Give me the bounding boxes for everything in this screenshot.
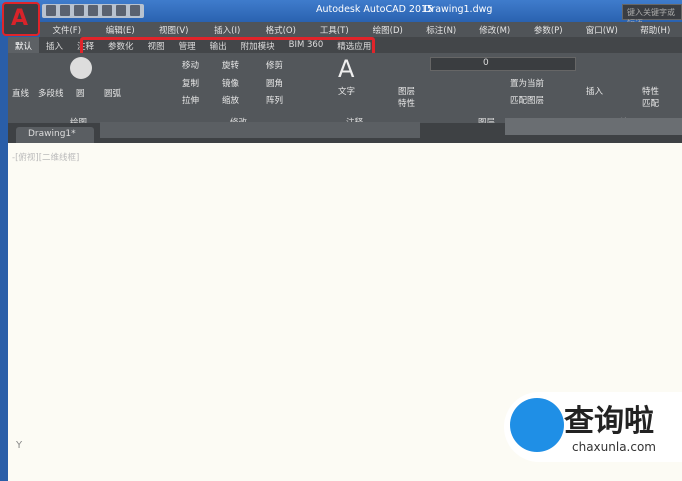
line-tool[interactable]: 直线 [12,87,29,99]
search-input[interactable]: 键入关键字或短语 [622,4,682,28]
polyline-tool[interactable]: 多段线 [38,87,64,99]
fillet-tool[interactable]: 圆角 [266,77,283,89]
menu-view[interactable]: 视图(V) [147,22,201,37]
set-current-tool[interactable]: 置为当前 [510,77,544,89]
insert-block-tool[interactable]: 插入 [586,85,603,97]
app-title: Autodesk AutoCAD 2015 [316,4,434,15]
menu-bar: 文件(F) 编辑(E) 视图(V) 插入(I) 格式(O) 工具(T) 绘图(D) 标注(N)… [40,22,682,37]
watermark: 查询啦 chaxunla.com [504,392,682,462]
watermark-logo-icon [510,398,564,452]
menu-file[interactable]: 文件(F) [40,22,94,37]
document-title: Drawing1.dwg [424,4,493,15]
undo-icon[interactable] [116,5,126,16]
menu-tools[interactable]: 工具(T) [308,22,362,37]
ribbon-panel: 直线 多段线 圆 圆弧 绘图 移动 旋转 修剪 复制 镜像 圆角 拉伸 缩放 阵… [8,53,682,128]
tab-default[interactable]: 默认 [8,37,40,53]
layer-properties-tool[interactable]: 图层特性 [398,85,418,109]
array-tool[interactable]: 阵列 [266,94,283,106]
watermark-en: chaxunla.com [572,440,656,454]
object-snap-toolbar[interactable] [100,122,420,138]
viewport-controls[interactable]: -[俯视][二维线框] [12,151,79,163]
menu-window[interactable]: 窗口(W) [575,22,629,37]
print-icon[interactable] [102,5,112,16]
trim-tool[interactable]: 修剪 [266,59,283,71]
rotate-tool[interactable]: 旋转 [222,59,239,71]
layer-dropdown[interactable]: 0 [430,57,576,71]
circle-tool[interactable]: 圆 [76,87,85,99]
arc-tool[interactable]: 圆弧 [104,87,121,99]
menu-edit[interactable]: 编辑(E) [94,22,148,37]
text-icon: A [338,55,355,83]
dimension-toolbar[interactable] [505,118,682,135]
menu-parametric[interactable]: 参数(P) [522,22,576,37]
menu-dimension[interactable]: 标注(N) [415,22,469,37]
save-icon[interactable] [74,5,84,16]
redo-icon[interactable] [130,5,140,16]
scale-tool[interactable]: 缩放 [222,94,239,106]
stretch-tool[interactable]: 拉伸 [182,94,199,106]
copy-tool[interactable]: 复制 [182,77,199,89]
menu-insert[interactable]: 插入(I) [201,22,255,37]
quick-access-toolbar [42,4,144,18]
open-icon[interactable] [60,5,70,16]
circle-icon [70,57,92,79]
match-layer-tool[interactable]: 匹配图层 [510,94,544,106]
new-icon[interactable] [46,5,56,16]
document-tab[interactable]: Drawing1* [16,127,94,143]
menu-help[interactable]: 帮助(H) [629,22,682,37]
menu-draw[interactable]: 绘图(D) [361,22,415,37]
match-properties-tool[interactable]: 特性匹配 [642,85,662,109]
move-tool[interactable]: 移动 [182,59,199,71]
text-tool[interactable]: 文字 [338,85,355,97]
autocad-logo-icon: A [11,6,29,31]
menu-modify[interactable]: 修改(M) [468,22,522,37]
application-menu-button[interactable]: A [2,2,40,36]
watermark-cn: 查询啦 [564,404,654,439]
menu-format[interactable]: 格式(O) [254,22,308,37]
mirror-tool[interactable]: 镜像 [222,77,239,89]
ucs-y-axis-label: Y [16,440,23,451]
save-as-icon[interactable] [88,5,98,16]
tab-insert[interactable]: 插入 [39,37,70,53]
